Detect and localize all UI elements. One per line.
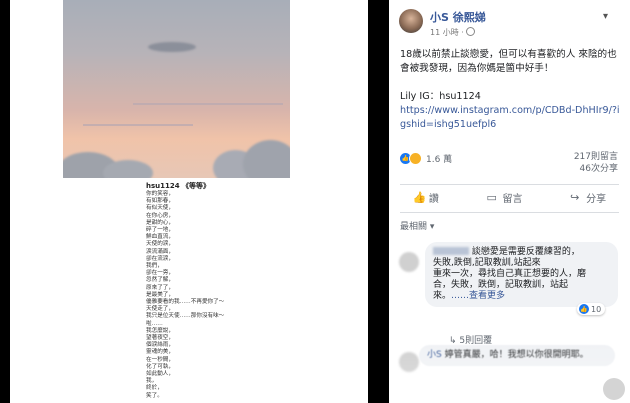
poem-line: 化了可執，: [146, 363, 174, 370]
options-chevron-icon[interactable]: ▾: [603, 11, 608, 22]
poem-line: 忽然了解，: [146, 277, 174, 284]
poem-line: 是最美了，: [146, 291, 174, 298]
poem-line: 終於，: [146, 385, 163, 392]
reaction-count: 1.6 萬: [426, 155, 453, 165]
poem-line: 天使的淚，: [146, 241, 174, 248]
divider: [400, 212, 619, 213]
like-reaction-icon: 👍: [579, 304, 589, 314]
commenter-name-blurred[interactable]: [433, 247, 469, 255]
like-label: 讚: [428, 194, 439, 205]
poem-line: 笑了。: [146, 392, 163, 399]
comment-bubble: 談戀愛是需要反覆練習的， 失敗,跌倒,記取教訓,站起來 重來一次，尋找自己真正想要的…: [425, 242, 618, 307]
comment-like-count: 10: [591, 304, 602, 314]
sort-dropdown[interactable]: 最相關 ▾: [400, 219, 434, 232]
comment-icon: ▭: [486, 191, 497, 204]
poem-body: 你的笑容， 有如那春， 有似天使， 在你心房， 是甜的心， 碎了一地， 鮮血直流， 天使的淚，…: [146, 191, 224, 400]
comment-label: 留言: [502, 194, 523, 205]
poem-line: 有似天使，: [146, 205, 174, 212]
post-stats: 217則留言 46次分享: [574, 151, 618, 175]
divider: [400, 184, 619, 185]
poem-line: 在你心房，: [146, 212, 174, 219]
thumbs-up-icon: 👍: [412, 191, 427, 204]
poem-line: 原來了了，: [146, 284, 174, 291]
post-time[interactable]: 11 小時: [430, 28, 459, 37]
action-bar: 👍 讚 ▭ 留言 ↪ 分享: [389, 190, 630, 205]
post-line-2: Lily IG：hsu1124: [400, 91, 481, 102]
commenter-avatar[interactable]: [399, 252, 419, 272]
comment-count[interactable]: 217則留言: [574, 151, 618, 163]
screenshot-left-panel: hsu1124 《等等》 你的笑容， 有如那春， 有似天使， 在你心房， 是甜的心， 碎了…: [0, 0, 389, 403]
see-more-link[interactable]: ……查看更多: [451, 291, 505, 301]
poem-line: 卻在流淚，: [146, 255, 174, 262]
chevron-down-icon: ▾: [429, 222, 435, 232]
sky-photo: [63, 0, 290, 178]
poem-line: 啦……: [146, 320, 163, 327]
facebook-post-panel: 小S 徐熙娣 11 小時 · ▾ 18歲以前禁止談戀愛，但可以有喜歡的人 來陰的…: [389, 0, 630, 403]
comment-line: 合，失敗，跌倒，記取教訓，站起: [433, 280, 569, 290]
instagram-link[interactable]: https://www.instagram.com/p/CDBd-DhHIr9/…: [400, 104, 622, 132]
comment-line: 重來一次，尋找自己真正想要的人，磨: [433, 269, 587, 279]
post-line-1: 18歲以前禁止談戀愛，但可以有喜歡的人 來陰的也會被我發現，因為你媽是箇中好手！: [400, 49, 617, 74]
post-text: 18歲以前禁止談戀愛，但可以有喜歡的人 來陰的也會被我發現，因為你媽是箇中好手！…: [400, 48, 622, 132]
comment-button[interactable]: ▭ 留言: [486, 190, 522, 205]
instagram-post-image: hsu1124 《等等》 你的笑容， 有如那春， 有似天使， 在你心房， 是甜的心， 碎了…: [10, 0, 368, 403]
watermark-logo: [603, 378, 625, 400]
like-button[interactable]: 👍 讚: [413, 190, 439, 205]
poem-line: 靈魂的美，: [146, 349, 174, 356]
comment-line: 失敗,跌倒,記取教訓,站起來: [433, 258, 541, 268]
poem-line: 在一秒間，: [146, 356, 174, 363]
globe-icon: [465, 27, 475, 36]
share-button[interactable]: ↪ 分享: [570, 190, 606, 205]
comment-line: 談戀愛是需要反覆練習的，: [469, 247, 580, 257]
reaction-summary[interactable]: 👍 1.6 萬: [400, 152, 452, 165]
poem-line: 是甜的心，: [146, 219, 174, 226]
author-name[interactable]: 小S 徐熙娣: [430, 9, 486, 25]
poem-line: 如此動人，: [146, 371, 174, 378]
blur-overlay: [389, 340, 630, 403]
comment-text: 談戀愛是需要反覆練習的， 失敗,跌倒,記取教訓,站起來 重來一次，尋找自己真正想要的…: [433, 247, 610, 302]
avatar[interactable]: [399, 9, 423, 33]
sort-label: 最相關: [400, 222, 428, 232]
comment-line: 來。……查看更多: [433, 291, 506, 301]
post-meta: 11 小時 ·: [430, 27, 475, 38]
poem-line: 淚流滿面，: [146, 248, 174, 255]
haha-reaction-icon: [409, 152, 422, 165]
share-icon: ↪: [570, 191, 580, 204]
share-count[interactable]: 46次分享: [574, 163, 618, 175]
poem-title: hsu1124 《等等》: [146, 182, 211, 190]
poem-line: 我怎麼說，: [146, 327, 174, 334]
poem-line: 我只是位天使……那你沒有味～: [146, 313, 225, 320]
comment-like-badge[interactable]: 👍 10: [577, 303, 606, 315]
share-label: 分享: [586, 194, 607, 205]
